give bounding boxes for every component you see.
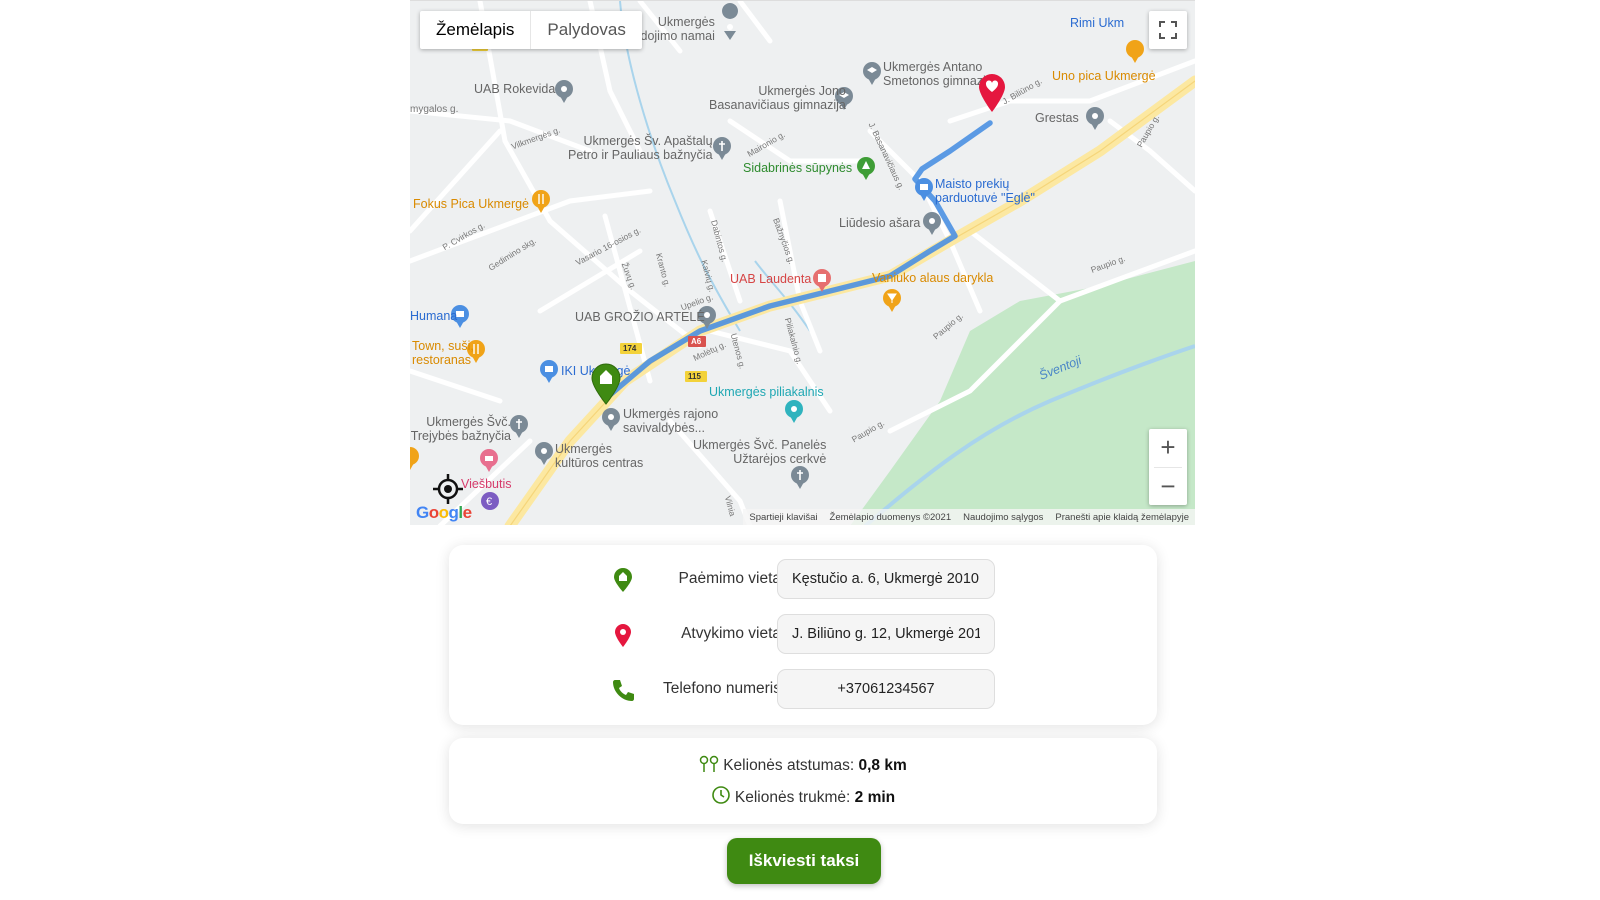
svg-text:174: 174 xyxy=(623,344,637,353)
trip-duration: Kelionės trukmė: 2 min xyxy=(449,785,1157,807)
zoom-control: + − xyxy=(1149,429,1187,505)
map-attribution: Spartieji klavišai Žemėlapio duomenys ©2… xyxy=(743,509,1195,525)
poi-piliakalnis[interactable]: Ukmergės piliakalnis xyxy=(709,385,824,399)
route-map[interactable]: A6 174 115 € Ukmergės laidojimo namai Ri… xyxy=(410,0,1195,525)
duration-value: 2 min xyxy=(854,789,896,806)
svg-text:115: 115 xyxy=(688,372,701,381)
svg-text:€: € xyxy=(486,496,492,508)
attr-map-data: Žemėlapio duomenys ©2021 xyxy=(829,511,952,523)
pickup-marker[interactable] xyxy=(590,363,622,405)
dropoff-label: Atvykimo vieta xyxy=(681,625,781,642)
poi-humana[interactable]: Humana xyxy=(410,309,457,323)
clock-icon xyxy=(712,786,730,804)
pickup-row: Paėmimo vieta xyxy=(449,559,1157,599)
map-type-control: Žemėlapis Palydovas xyxy=(420,11,642,49)
pickup-label: Paėmimo vieta xyxy=(678,570,781,587)
poi-baznycia-petro-pauliaus[interactable]: Ukmergės Šv. Apaštalų Petro ir Pauliaus … xyxy=(568,134,713,162)
svg-text:A6: A6 xyxy=(691,337,702,346)
poi-rokevida[interactable]: UAB Rokevida xyxy=(474,82,555,96)
poi-town-susi[interactable]: Town, suši, restoranas xyxy=(412,339,474,367)
call-taxi-button[interactable]: Iškviesti taksi xyxy=(727,838,881,884)
dropoff-marker[interactable] xyxy=(977,73,1007,113)
poi-fokus-pica[interactable]: Fokus Pica Ukmergė xyxy=(413,197,529,211)
trip-distance: Kelionės atstumas: 0,8 km xyxy=(449,755,1157,775)
poi-sidabrines-supynes[interactable]: Sidabrinės sūpynės xyxy=(743,161,852,175)
poi-vaniuko-darykla[interactable]: Vaniuko alaus darykla xyxy=(872,271,993,285)
dropoff-row: Atvykimo vieta xyxy=(449,614,1157,654)
poi-grozio-artele[interactable]: UAB GROŽIO ARTELĖ xyxy=(575,310,705,324)
google-logo: Google xyxy=(416,503,472,522)
tab-palydovas[interactable]: Palydovas xyxy=(531,11,641,49)
tab-zemelapis[interactable]: Žemėlapis xyxy=(420,11,532,49)
poi-grestas[interactable]: Grestas xyxy=(1035,111,1079,125)
phone-row: Telefono numeris xyxy=(449,669,1157,709)
poi-trejybes-baznycia[interactable]: Ukmergės Švč. Trejybės bažnyčia xyxy=(410,415,511,443)
poi-rimi[interactable]: Rimi Ukm xyxy=(1070,16,1124,30)
poi-paneles-cerkve[interactable]: Ukmergės Švč. Panelės Užtarėjos cerkvė xyxy=(693,438,826,466)
distance-pins-icon xyxy=(699,755,719,772)
dropoff-address-input[interactable] xyxy=(777,614,995,654)
zoom-in-button[interactable]: + xyxy=(1149,429,1187,467)
poi-savivaldybe[interactable]: Ukmergės rajono savivaldybės... xyxy=(623,407,718,435)
distance-label: Kelionės atstumas: xyxy=(723,757,855,774)
locate-me-icon[interactable] xyxy=(430,471,466,507)
poi-uno-pica[interactable]: Uno pica Ukmergė xyxy=(1052,69,1156,83)
attr-shortcuts[interactable]: Spartieji klavišai xyxy=(743,512,823,523)
fullscreen-button[interactable] xyxy=(1149,11,1187,49)
attr-terms[interactable]: Naudojimo sąlygos xyxy=(957,512,1049,523)
poi-basanaviciaus-gimnazija[interactable]: Ukmergės Jono Basanavičiaus gimnazija xyxy=(709,84,846,112)
zoom-out-button[interactable]: − xyxy=(1149,467,1187,505)
trip-form-card: Paėmimo vieta Atvykimo vieta Telefono nu… xyxy=(449,545,1157,725)
phone-number-input[interactable] xyxy=(777,669,995,709)
poi-egle[interactable]: Maisto prekių parduotuvė "Eglė" xyxy=(935,177,1035,205)
poi-kulturos-centras[interactable]: Ukmergės kultūros centras xyxy=(555,442,643,470)
phone-label: Telefono numeris xyxy=(662,680,781,697)
distance-value: 0,8 km xyxy=(858,757,907,774)
fullscreen-icon xyxy=(1159,21,1177,39)
pickup-address-input[interactable] xyxy=(777,559,995,599)
poi-liudesio-asara[interactable]: Liūdesio ašara xyxy=(839,216,920,230)
poi-laudenta[interactable]: UAB Laudenta xyxy=(730,272,811,286)
street-mygalos: mygalos g. xyxy=(410,104,459,115)
poi-viesbutis[interactable]: Viešbutis xyxy=(461,477,512,491)
trip-info-card: Kelionės atstumas: 0,8 km Kelionės trukm… xyxy=(449,738,1157,824)
duration-label: Kelionės trukmė: xyxy=(734,789,851,806)
attr-report-error[interactable]: Pranešti apie klaidą žemėlapyje xyxy=(1049,512,1195,523)
